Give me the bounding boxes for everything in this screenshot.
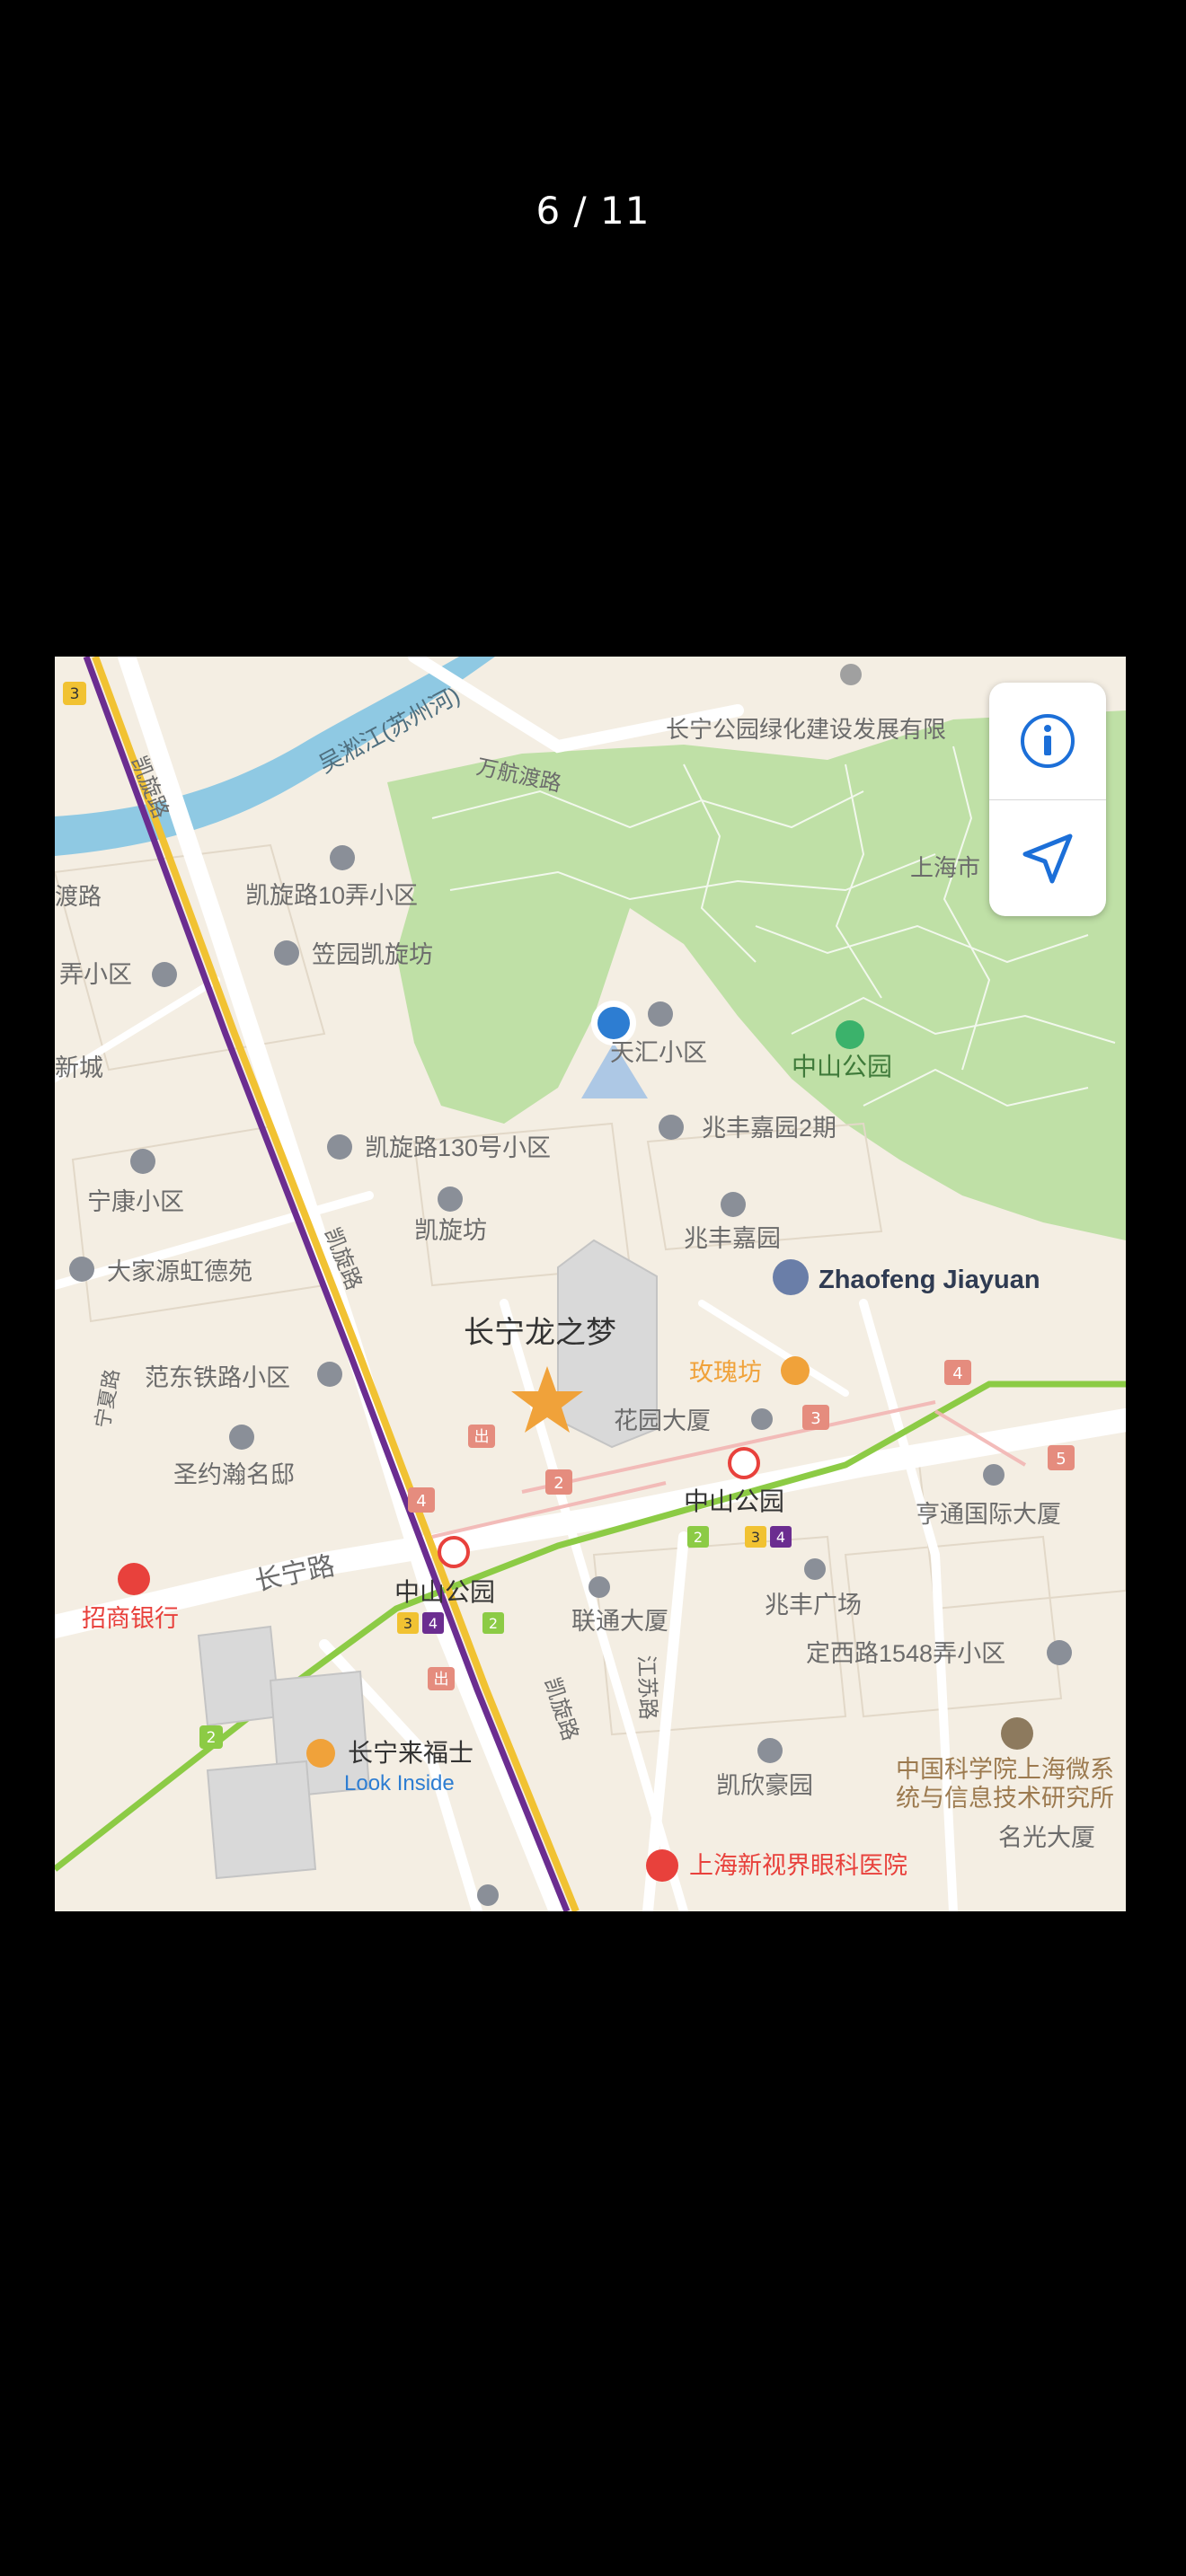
road-label: 渡路 [55, 883, 102, 910]
road-label: 江苏路 [633, 1654, 659, 1720]
poi-label: 兆丰广场 [765, 1592, 862, 1619]
entrance-label: 2 [553, 1474, 563, 1493]
poi-label: 凯欣豪园 [716, 1772, 813, 1799]
poi-label: 凯旋路130号小区 [365, 1134, 551, 1161]
house-icon [330, 845, 355, 870]
hospital-icon [646, 1849, 678, 1882]
poi-label: 玫瑰坊 [689, 1359, 762, 1386]
map-controls [989, 683, 1106, 916]
metro-station-icon [728, 1447, 760, 1479]
bank-label: 招商银行 [82, 1605, 179, 1632]
building-icon [589, 1576, 610, 1598]
metro-station-icon [438, 1536, 470, 1568]
house-icon [773, 1259, 809, 1295]
shopping-icon [306, 1739, 335, 1768]
map-canvas[interactable]: 出 出 2 4 3 4 5 3 2 3 4 2 2 3 4 吴淞江(苏州河) 万… [55, 657, 1126, 1911]
house-icon [1047, 1640, 1072, 1665]
bank-icon [118, 1563, 150, 1595]
education-icon [1001, 1717, 1033, 1750]
line-2-label: 2 [489, 1615, 498, 1632]
poi-label: 凯旋坊 [414, 1217, 487, 1244]
house-icon [274, 940, 299, 966]
house-icon [659, 1115, 684, 1140]
house-icon [327, 1134, 352, 1160]
house-icon [757, 1738, 783, 1763]
building-icon [477, 1884, 499, 1906]
hospital-label: 上海新视界眼科医院 [689, 1852, 907, 1879]
poi-label: 弄小区 [59, 961, 132, 988]
poi-label: 长宁来福士 [348, 1739, 474, 1767]
poi-label: 新城 [55, 1054, 103, 1081]
poi-label: 长宁公园绿化建设发展有限 [666, 716, 946, 743]
house-icon [438, 1187, 463, 1212]
poi-label: 名光大厦 [998, 1824, 1095, 1851]
line-4-label: 4 [429, 1615, 438, 1632]
location-arrow-icon [1022, 834, 1073, 884]
pin-icon [840, 664, 862, 685]
house-icon [69, 1257, 94, 1282]
image-counter: 6 / 11 [535, 189, 651, 233]
poi-label: 笠园凯旋坊 [312, 941, 433, 968]
look-inside-link: Look Inside [344, 1771, 455, 1795]
entrance-label: 5 [1056, 1450, 1066, 1469]
poi-label: 宁康小区 [87, 1188, 184, 1215]
building-icon [751, 1408, 773, 1430]
line-4-label: 4 [776, 1529, 785, 1546]
house-icon [152, 962, 177, 987]
map-view[interactable]: 出 出 2 4 3 4 5 3 2 3 4 2 2 3 4 吴淞江(苏州河) 万… [55, 657, 1126, 1911]
poi-label: 兆丰嘉园2期 [702, 1115, 836, 1142]
entrance-label: 3 [810, 1409, 820, 1428]
poi-label: 亨通国际大厦 [916, 1501, 1061, 1528]
poi-label: 天汇小区 [610, 1039, 707, 1066]
line-3-label: 3 [403, 1615, 412, 1632]
house-icon [317, 1362, 342, 1387]
station-label: 中山公园 [684, 1487, 784, 1515]
line-2-label: 2 [694, 1529, 703, 1546]
house-icon [130, 1149, 155, 1174]
line-2-label: 2 [207, 1729, 217, 1747]
building-icon [804, 1558, 826, 1580]
poi-label: 凯旋路10弄小区 [245, 882, 418, 909]
house-icon [229, 1425, 254, 1450]
house-icon [721, 1192, 746, 1217]
station-label: 中山公园 [394, 1578, 495, 1606]
poi-label: 兆丰嘉园 [684, 1225, 781, 1252]
poi-label: 定西路1548弄小区 [806, 1640, 1005, 1667]
photo-viewer: 6 / 11 出 出 2 4 3 4 5 3 2 3 4 2 2 3 4 吴淞江… [0, 0, 1186, 2576]
poi-label: 大家源虹德苑 [107, 1258, 252, 1285]
poi-label: 上海市 [910, 854, 980, 881]
featured-place-label: 长宁龙之梦 [464, 1316, 616, 1350]
poi-label: 中国科学院上海微系 [896, 1756, 1114, 1783]
poi-label: 联通大厦 [571, 1608, 668, 1635]
poi-label: 统与信息技术研究所 [896, 1785, 1114, 1812]
poi-label: 圣约瀚名邸 [173, 1461, 295, 1488]
house-icon [648, 1001, 673, 1027]
exit-badge-label: 出 [434, 1671, 449, 1689]
exit-badge-label: 出 [474, 1428, 490, 1446]
shopping-icon [781, 1356, 810, 1385]
poi-label-english: Zhaofeng Jiayuan [819, 1266, 1040, 1294]
building-icon [983, 1464, 1005, 1486]
entrance-label: 4 [416, 1492, 426, 1511]
info-icon [1021, 714, 1075, 768]
locate-button[interactable] [989, 800, 1106, 916]
line-3-label: 3 [70, 685, 80, 703]
user-location-dot [597, 1007, 630, 1039]
poi-label: 花园大厦 [614, 1407, 711, 1434]
poi-label: 范东铁路小区 [145, 1364, 290, 1391]
entrance-label: 4 [952, 1364, 962, 1383]
park-tree-icon [836, 1020, 864, 1049]
info-button[interactable] [989, 683, 1106, 799]
line-3-label: 3 [751, 1529, 760, 1546]
park-label: 中山公园 [792, 1053, 892, 1081]
